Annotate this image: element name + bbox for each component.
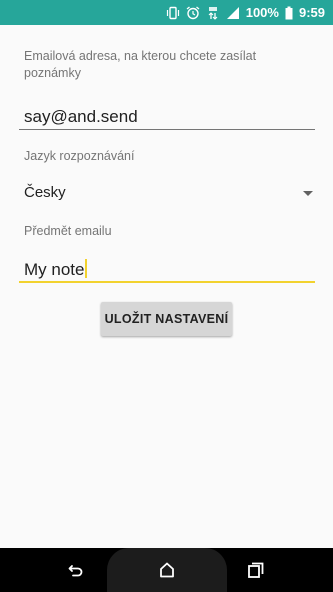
- vibrate-icon: [166, 6, 179, 19]
- subject-field-value: My note: [24, 260, 85, 279]
- status-icons: 100% 9:59: [166, 0, 325, 25]
- status-bar: 100% 9:59: [0, 0, 333, 25]
- subject-field-underline: [19, 281, 315, 283]
- navigation-bar: [0, 548, 333, 592]
- text-cursor: [85, 259, 87, 278]
- settings-form: Emailová adresa, na kterou chcete zasíla…: [0, 25, 333, 548]
- language-select[interactable]: Česky: [24, 184, 66, 201]
- save-settings-button[interactable]: ULOŽIT NASTAVENÍ: [101, 302, 232, 336]
- status-time: 9:59: [298, 5, 325, 20]
- chevron-down-icon[interactable]: [303, 191, 313, 196]
- email-label: Emailová adresa, na kterou chcete zasíla…: [24, 49, 257, 80]
- network-4g-icon: [208, 6, 218, 20]
- email-field-underline: [19, 129, 315, 130]
- recents-icon[interactable]: [246, 560, 266, 580]
- subject-field[interactable]: My note: [24, 259, 87, 280]
- battery-percentage: 100%: [245, 5, 279, 20]
- battery-icon: [285, 6, 293, 19]
- email-field[interactable]: say@and.send: [24, 107, 138, 127]
- signal-icon: [226, 6, 239, 19]
- home-icon[interactable]: [157, 560, 177, 580]
- language-label: Jazyk rozpoznávání: [24, 149, 135, 163]
- back-icon[interactable]: [66, 560, 86, 580]
- subject-label: Předmět emailu: [24, 224, 112, 238]
- alarm-icon: [186, 5, 200, 19]
